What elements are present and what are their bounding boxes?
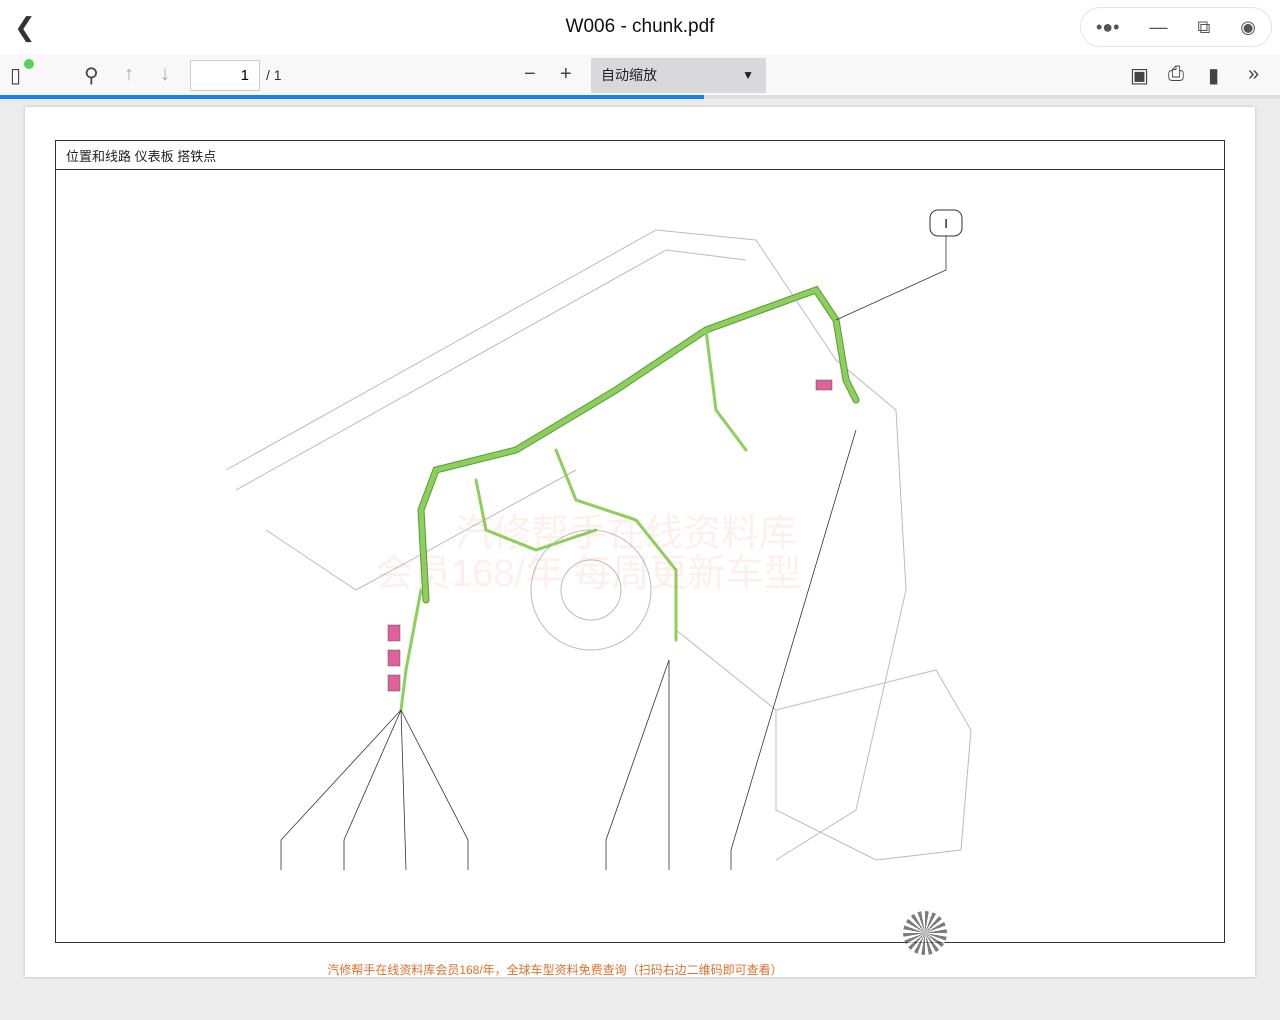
- footer-note: 汽修帮手在线资料库会员168/年，全球车型资料免费查询（扫码右边二维码即可查看）: [327, 963, 783, 977]
- next-page-icon[interactable]: ↓: [160, 63, 170, 86]
- page-number-input[interactable]: 1: [190, 60, 260, 91]
- print-icon[interactable]: ⎙: [1168, 63, 1184, 86]
- previous-page-icon[interactable]: ↑: [124, 63, 134, 86]
- pdf-page: 位置和线路 仪表板 搭铁点 I 汽修帮手在线资料库 会员168/年 每周更新车型…: [25, 107, 1255, 977]
- title-bar: ❮ W006 - chunk.pdf •●• — ⧉ ◉: [0, 0, 1280, 55]
- window-controls: •●• — ⧉ ◉: [1080, 7, 1272, 47]
- search-icon[interactable]: ⚲: [84, 63, 99, 88]
- zoom-in-icon[interactable]: +: [560, 63, 572, 86]
- callout-label: I: [944, 216, 948, 231]
- watermark: 会员168/年 每周更新车型: [375, 553, 802, 595]
- record-icon[interactable]: ◉: [1240, 17, 1256, 38]
- minimize-icon[interactable]: —: [1149, 17, 1167, 38]
- chevron-down-icon: ▼: [742, 68, 754, 82]
- diagram-header: 位置和线路 仪表板 搭铁点: [56, 141, 1224, 170]
- sidebar-toggle-icon[interactable]: ▯: [10, 59, 34, 88]
- load-progress-bar: [0, 95, 1280, 99]
- more-icon[interactable]: •●•: [1096, 17, 1119, 38]
- restore-icon[interactable]: ⧉: [1197, 17, 1210, 38]
- more-tools-icon[interactable]: »: [1248, 63, 1259, 86]
- pdf-toolbar: ▯ ⚲ ↑ ↓ 1 / 1 − + 自动缩放 ▼ ▣ ⎙ ▮ »: [0, 55, 1280, 95]
- zoom-select[interactable]: 自动缩放 ▼: [591, 58, 766, 93]
- progress-fill: [0, 95, 704, 99]
- qr-code: [903, 911, 947, 955]
- zoom-select-value: 自动缩放: [601, 67, 657, 83]
- presentation-icon[interactable]: ▣: [1130, 63, 1149, 88]
- bookmark-icon[interactable]: ▮: [1208, 63, 1219, 88]
- page-total: / 1: [266, 67, 282, 83]
- zoom-out-icon[interactable]: −: [524, 63, 536, 86]
